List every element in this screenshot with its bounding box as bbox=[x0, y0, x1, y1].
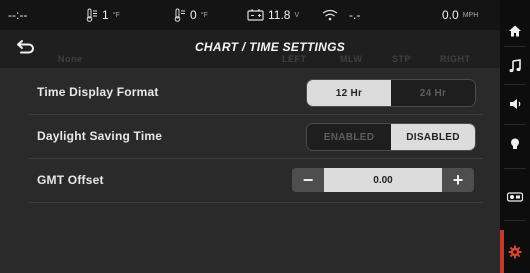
main-panel: --:-- 1 °F 0 °F 11.8 V -.- 0.0 MPH CHART… bbox=[0, 0, 500, 273]
row-divider bbox=[28, 114, 483, 115]
sidebar-item-controls[interactable] bbox=[500, 178, 530, 216]
ghost-label-right: RIGHT bbox=[440, 54, 471, 64]
gmt-decrement-button[interactable]: − bbox=[292, 168, 324, 192]
sidebar-divider bbox=[504, 220, 526, 221]
signal-readout: -.- bbox=[322, 0, 360, 30]
speed-readout: 0.0 MPH bbox=[442, 0, 478, 30]
light-bulb-icon bbox=[511, 138, 519, 149]
time-format-24hr-option[interactable]: 24 Hr bbox=[391, 80, 475, 106]
ghost-label-stp: STP bbox=[392, 54, 412, 64]
speed-value: 0.0 bbox=[442, 8, 459, 22]
time-format-row: Time Display Format 12 Hr 24 Hr bbox=[0, 74, 500, 112]
ghost-label-none: None bbox=[58, 54, 83, 64]
dst-enabled-option[interactable]: ENABLED bbox=[307, 124, 391, 150]
right-sidebar bbox=[500, 0, 530, 273]
speed-unit: MPH bbox=[462, 11, 479, 19]
page-title: CHART / TIME SETTINGS bbox=[194, 40, 346, 54]
fresh-temp-unit: °F bbox=[112, 11, 120, 19]
sidebar-item-audio[interactable] bbox=[500, 85, 530, 123]
dst-label: Daylight Saving Time bbox=[37, 129, 163, 143]
gray-temp-value: 0 bbox=[190, 8, 197, 22]
battery-voltage: 11.8 V bbox=[247, 0, 299, 30]
back-button[interactable] bbox=[14, 36, 38, 58]
back-arrow-icon bbox=[17, 40, 34, 54]
battery-unit: V bbox=[294, 11, 300, 19]
status-bar: --:-- 1 °F 0 °F 11.8 V -.- 0.0 MPH bbox=[0, 0, 500, 30]
ghost-label-left: LEFT bbox=[282, 54, 307, 64]
controls-icon bbox=[507, 192, 523, 202]
thermometer-fresh-icon bbox=[86, 8, 97, 22]
row-divider bbox=[28, 202, 483, 203]
sidebar-item-settings[interactable] bbox=[500, 233, 530, 271]
fresh-water-temp: 1 °F bbox=[85, 0, 120, 30]
gmt-row: GMT Offset − 0.00 + bbox=[0, 162, 500, 200]
row-divider bbox=[28, 158, 483, 159]
title-bar: CHART / TIME SETTINGS None LEFT MLW STP … bbox=[0, 30, 500, 68]
sidebar-item-home[interactable] bbox=[500, 12, 530, 50]
gmt-offset-stepper: − 0.00 + bbox=[292, 168, 474, 192]
home-icon bbox=[509, 25, 521, 37]
gmt-increment-button[interactable]: + bbox=[442, 168, 474, 192]
battery-value: 11.8 bbox=[268, 8, 291, 22]
sidebar-item-lights[interactable] bbox=[500, 125, 530, 163]
gray-temp-unit: °F bbox=[200, 11, 208, 19]
signal-value: -.- bbox=[349, 8, 361, 22]
speaker-icon bbox=[510, 99, 521, 109]
dst-row: Daylight Saving Time ENABLED DISABLED bbox=[0, 118, 500, 156]
sidebar-item-music[interactable] bbox=[500, 47, 530, 85]
gray-water-temp: 0 °F bbox=[173, 0, 208, 30]
battery-icon bbox=[247, 9, 264, 21]
clock-text: --:-- bbox=[8, 8, 28, 22]
fresh-temp-value: 1 bbox=[102, 8, 109, 22]
wifi-signal-icon bbox=[322, 9, 338, 21]
gmt-offset-value: 0.00 bbox=[324, 168, 442, 192]
time-format-label: Time Display Format bbox=[37, 85, 159, 99]
time-format-12hr-option[interactable]: 12 Hr bbox=[307, 80, 391, 106]
music-icon bbox=[509, 59, 521, 73]
dst-toggle: ENABLED DISABLED bbox=[306, 123, 476, 151]
dst-disabled-option[interactable]: DISABLED bbox=[391, 124, 475, 150]
thermometer-gray-icon bbox=[174, 8, 185, 22]
time-format-toggle: 12 Hr 24 Hr bbox=[306, 79, 476, 107]
sidebar-divider bbox=[504, 168, 526, 169]
gmt-label: GMT Offset bbox=[37, 173, 104, 187]
ghost-label-mlw: MLW bbox=[340, 54, 363, 64]
clock-readout: --:-- bbox=[8, 0, 27, 30]
settings-gear-icon bbox=[508, 245, 522, 259]
